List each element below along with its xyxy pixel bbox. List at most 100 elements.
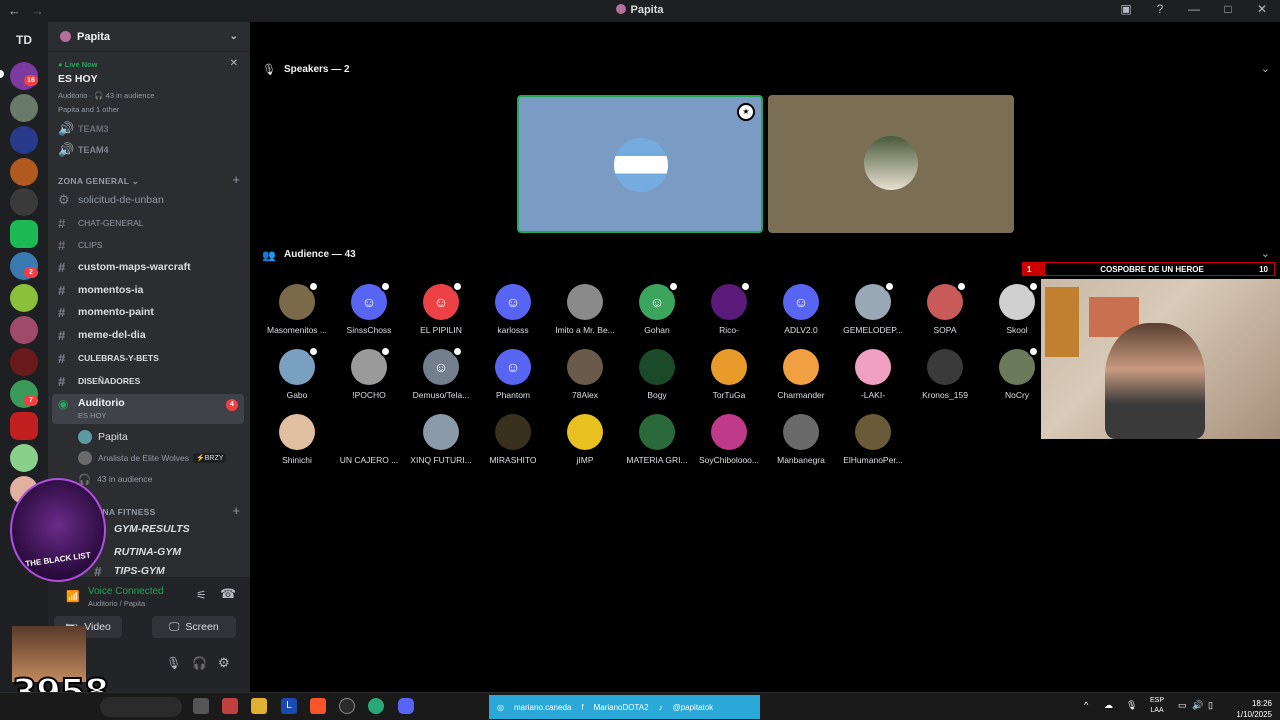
server-icon[interactable] <box>10 94 38 122</box>
audience-member[interactable]: -LAKI- <box>837 349 909 400</box>
audience-member[interactable]: UN CAJERO ... <box>333 414 405 465</box>
audience-member[interactable]: Kronos_159 <box>909 349 981 400</box>
channel-tips-gym[interactable]: # TIPS-GYM <box>94 566 165 576</box>
channel-culebras-y-bets[interactable]: # CULEBRAS-Y-BETS <box>58 349 159 367</box>
audience-member[interactable]: ☺ karlosss <box>477 284 549 335</box>
chevron-up-icon[interactable]: ^ <box>1084 700 1088 710</box>
speaker-tile-1[interactable]: ★ <box>517 95 763 233</box>
onedrive-icon[interactable]: ☁ <box>1104 700 1113 711</box>
help-icon[interactable]: ? <box>1152 2 1168 16</box>
audience-member[interactable]: MIRASHITO <box>477 414 549 465</box>
channel-rutina-gym[interactable]: #RUTINA-GYM <box>94 543 181 561</box>
headphones-icon[interactable]: 🎧 <box>192 656 207 670</box>
audience-member[interactable]: ☺ ADLV2.0 <box>765 284 837 335</box>
audience-member[interactable]: 78Alex <box>549 349 621 400</box>
clock[interactable]: 18:26 1/10/2025 <box>1236 698 1272 720</box>
audience-member[interactable]: SOPA <box>909 281 981 335</box>
audience-member[interactable]: ☺ SinssChoss <box>333 281 405 335</box>
audience-member[interactable]: ☺ Demuso/Tela... <box>405 346 477 400</box>
speaker-tile-2[interactable] <box>768 95 1014 233</box>
audience-member[interactable]: GEMELODEP... <box>837 281 909 335</box>
stage-channel-auditorio[interactable]: ◉ Auditorio ES HOY 4 <box>52 394 244 424</box>
screen-share-button[interactable]: 🖵 Screen <box>152 616 236 638</box>
server-icon[interactable] <box>10 412 38 440</box>
settings-gear-icon[interactable]: ⚙ <box>218 655 230 671</box>
signal-icon: 📶 <box>66 591 80 603</box>
channel-momento-paint[interactable]: # momento-paint <box>58 303 154 321</box>
audience-count[interactable]: 🎧 43 in audience <box>78 470 152 488</box>
add-channel-icon[interactable]: + <box>232 172 240 187</box>
audience-member[interactable]: TorTuGa <box>693 349 765 400</box>
audience-member[interactable]: ☺ Gohan <box>621 281 693 335</box>
audience-member[interactable]: ☺ Phantom <box>477 349 549 400</box>
volume-icon[interactable]: 🔊 <box>1192 700 1203 711</box>
app-icon[interactable] <box>222 698 238 714</box>
server-icon[interactable] <box>10 444 38 472</box>
server-icon[interactable] <box>10 316 38 344</box>
noise-suppression-icon[interactable]: ⚟ <box>196 588 207 602</box>
server-icon[interactable] <box>10 158 38 186</box>
audience-member[interactable]: Rico- <box>693 281 765 335</box>
audience-member[interactable]: Gabo <box>261 346 333 400</box>
channel-meme-del-dia[interactable]: # meme-del-dia <box>58 326 146 344</box>
audience-member[interactable]: ☺ EL PIPILIN <box>405 281 477 335</box>
minimize-icon[interactable]: — <box>1186 2 1202 16</box>
network-icon[interactable]: ▭ <box>1178 700 1187 711</box>
category-zona-general[interactable]: ZONA GENERAL ⌄ <box>58 176 139 187</box>
server-icon[interactable] <box>10 348 38 376</box>
chevron-down-icon[interactable]: ⌄ <box>1261 62 1270 75</box>
add-channel-icon[interactable]: + <box>232 503 240 518</box>
close-icon[interactable]: ✕ <box>1254 2 1270 16</box>
kick-server-icon[interactable] <box>10 220 38 248</box>
channel-custom-maps-warcraft[interactable]: # custom-maps-warcraft <box>58 258 191 276</box>
search-box[interactable] <box>100 697 182 717</box>
task-view-icon[interactable] <box>193 698 209 714</box>
channel-gym-results[interactable]: #GYM-RESULTS <box>94 520 190 538</box>
home-button[interactable]: TD <box>10 28 38 52</box>
audience-member[interactable]: jIMP <box>549 414 621 465</box>
channel-clips[interactable]: # CLIPS <box>58 236 103 254</box>
file-explorer-icon[interactable] <box>251 698 267 714</box>
audience-member[interactable]: SoyChibolooo... <box>693 414 765 465</box>
audience-member[interactable]: Imito a Mr. Be... <box>549 284 621 335</box>
microphone-icon[interactable]: 🎙 <box>166 656 181 670</box>
audience-member[interactable]: Shinichi <box>261 414 333 465</box>
audience-member[interactable]: ElHumanoPer... <box>837 414 909 465</box>
voice-location[interactable]: Auditorio / Papita <box>88 599 145 608</box>
server-icon[interactable] <box>10 188 38 216</box>
disconnect-icon[interactable]: ☎ <box>220 586 236 602</box>
app-icon[interactable]: L <box>281 698 297 714</box>
event-participants: Papita and 1 other <box>58 105 120 114</box>
channel-momentos-ia[interactable]: # momentos-ia <box>58 281 143 299</box>
audience-member[interactable]: XINQ FUTURI... <box>405 414 477 465</box>
chevron-down-icon[interactable]: ⌄ <box>230 31 238 42</box>
channel-solicitud-de-unban[interactable]: ⚙ solicitud-de-unban <box>58 191 164 209</box>
channel-chat-general[interactable]: # CHAT-GENERAL <box>58 214 144 232</box>
audience-member[interactable]: Charmander <box>765 349 837 400</box>
brave-browser-icon[interactable] <box>310 698 326 714</box>
discord-taskbar-icon[interactable] <box>398 698 414 714</box>
language-indicator[interactable]: ESP LAA <box>1150 696 1164 716</box>
close-icon[interactable]: ✕ <box>230 58 238 69</box>
obs-icon[interactable] <box>339 698 355 714</box>
microphone-icon[interactable]: 🎙 <box>1126 700 1137 711</box>
maximize-icon[interactable]: □ <box>1220 2 1236 16</box>
server-header[interactable]: Papita ⌄ <box>48 22 250 52</box>
server-icon[interactable] <box>10 126 38 154</box>
audience-member[interactable]: MATERIA GRI... <box>621 414 693 465</box>
battery-icon[interactable]: ▯ <box>1208 700 1213 711</box>
browser-icon[interactable] <box>368 698 384 714</box>
voice-status[interactable]: Voice Connected <box>88 586 164 597</box>
audience-member[interactable]: Masomenitos ... <box>261 281 333 335</box>
stage-user-analista[interactable]: Analista de Elite Wolves ⚡BRZY <box>78 449 227 467</box>
audience-member[interactable]: !POCHO <box>333 346 405 400</box>
inbox-icon[interactable]: ▣ <box>1118 2 1134 16</box>
server-icon[interactable] <box>10 284 38 312</box>
audience-member[interactable]: Bogy <box>621 349 693 400</box>
voice-channel-team3[interactable]: 🔊 TEAM3 <box>58 120 109 138</box>
audience-member[interactable]: Manbanegra <box>765 414 837 465</box>
channel-disenadores[interactable]: # DISEÑADORES <box>58 372 140 390</box>
voice-channel-team4[interactable]: 🔊 TEAM4 <box>58 141 109 159</box>
stage-user-papita[interactable]: Papita <box>78 428 128 446</box>
chevron-down-icon[interactable]: ⌄ <box>1261 247 1270 260</box>
